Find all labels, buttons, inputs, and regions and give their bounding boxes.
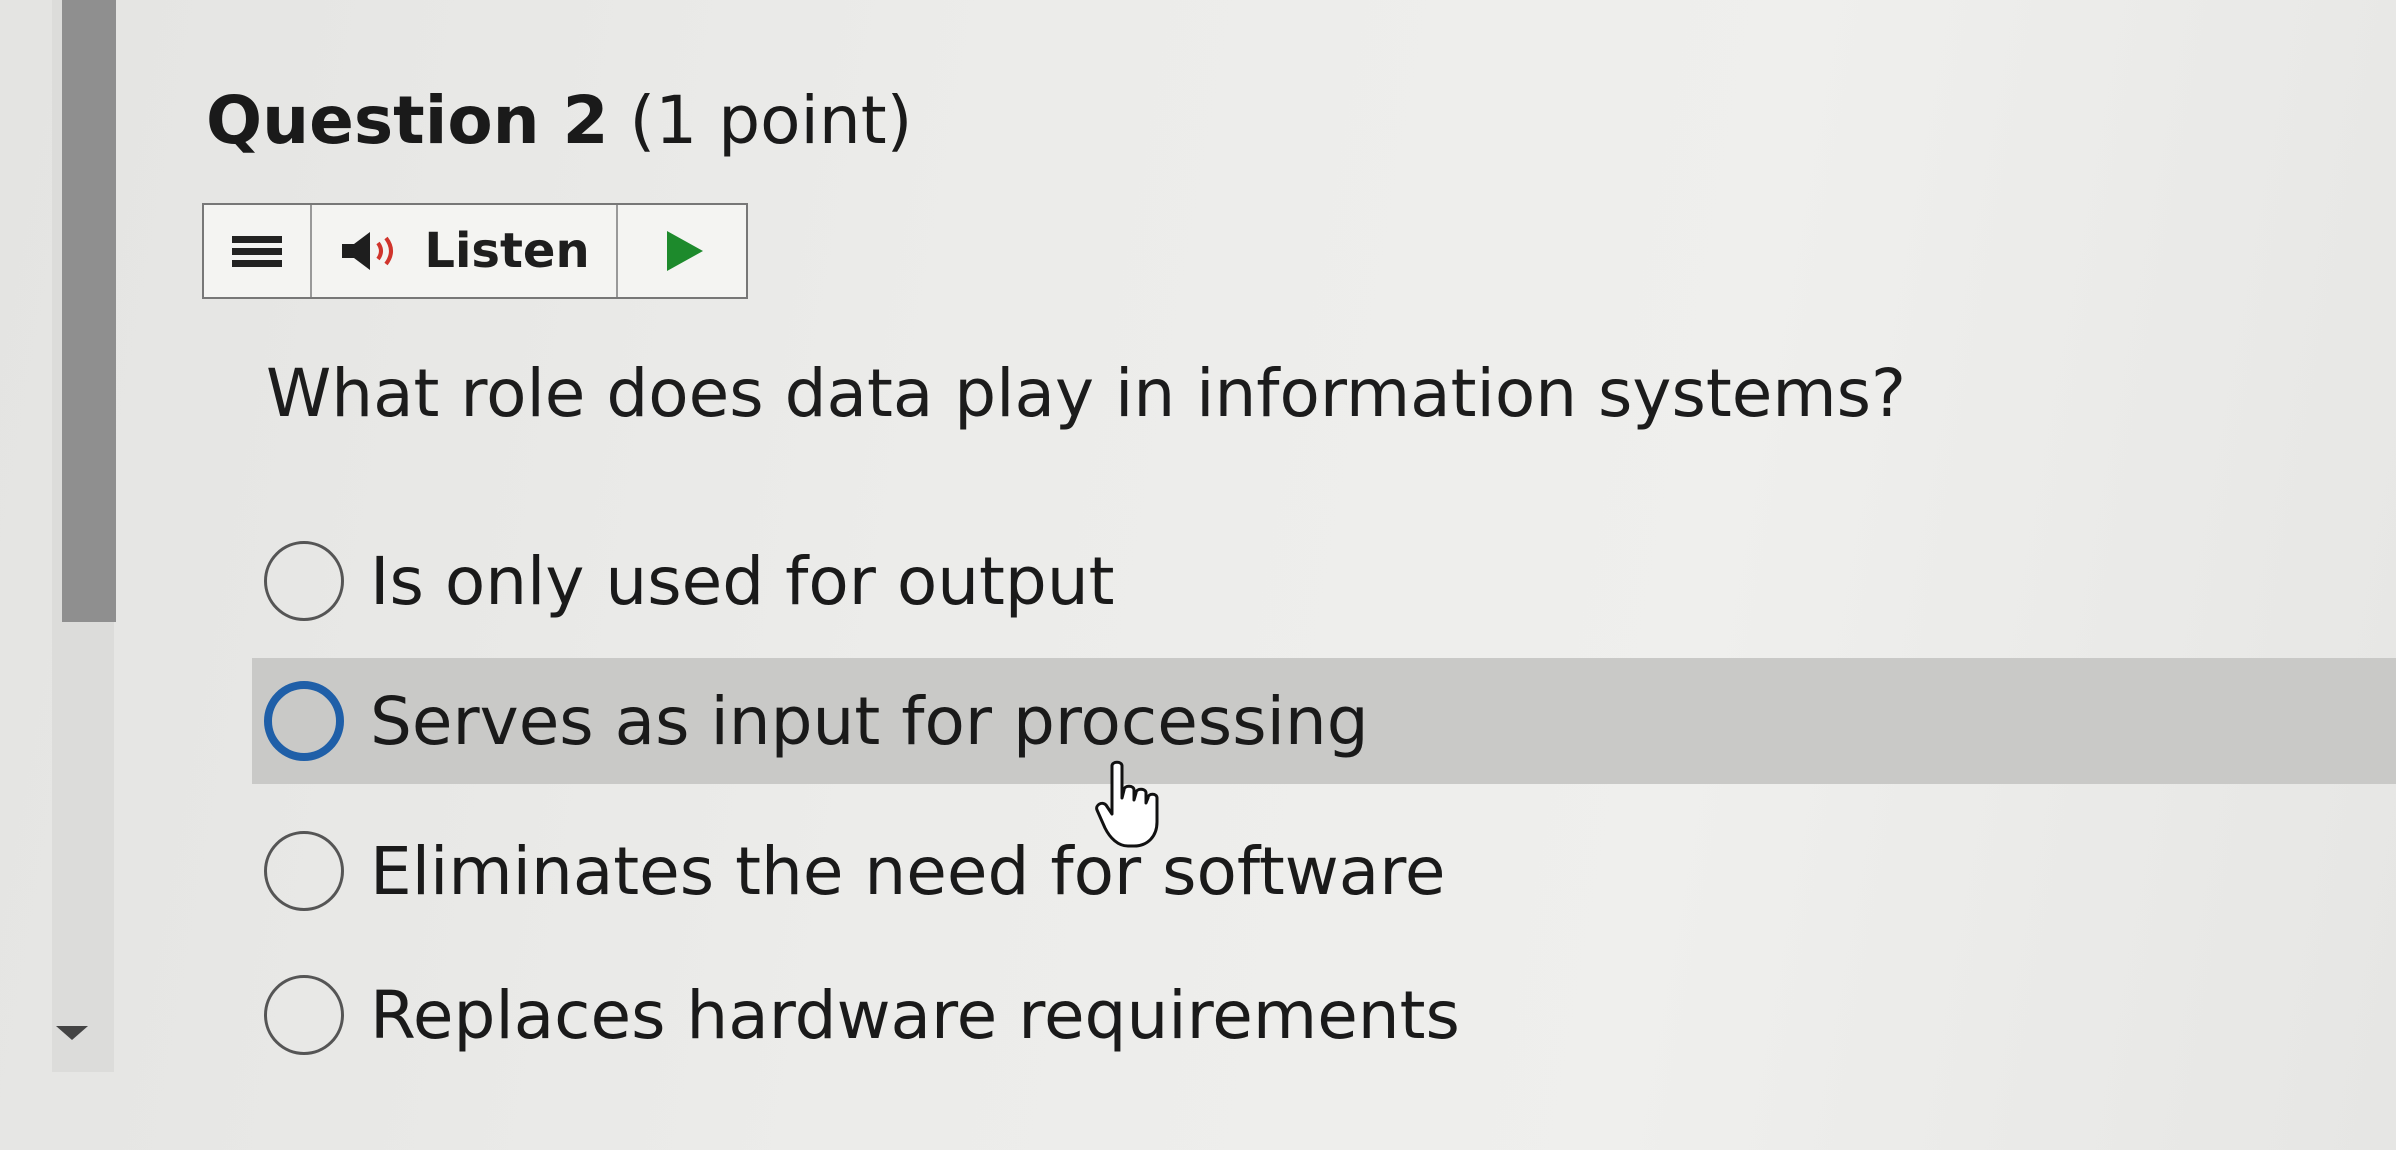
radio-button[interactable] <box>264 831 344 911</box>
listen-label: Listen <box>424 223 590 279</box>
option-label: Replaces hardware requirements <box>370 976 1460 1054</box>
hand-pointer-cursor-icon <box>1095 760 1159 848</box>
scrollbar-thumb[interactable] <box>62 0 116 622</box>
radio-button[interactable] <box>264 541 344 621</box>
listen-button[interactable]: Listen <box>312 205 618 297</box>
question-number: Question 2 <box>206 82 609 159</box>
answer-option-4[interactable]: Replaces hardware requirements <box>252 952 2396 1078</box>
answer-option-1[interactable]: Is only used for output <box>252 518 2396 644</box>
option-label: Serves as input for processing <box>370 682 1369 760</box>
answer-option-2[interactable]: Serves as input for processing <box>252 658 2396 784</box>
answer-option-3[interactable]: Eliminates the need for software <box>252 808 2396 934</box>
menu-icon <box>232 231 282 272</box>
scroll-down-arrow-icon[interactable] <box>56 1026 88 1040</box>
question-points: (1 point) <box>629 82 913 159</box>
listen-toolbar: Listen <box>202 203 748 299</box>
question-title: Question 2 (1 point) <box>206 82 912 159</box>
option-label: Eliminates the need for software <box>370 832 1446 910</box>
toolbar-menu-button[interactable] <box>204 205 312 297</box>
radio-button[interactable] <box>264 681 344 761</box>
radio-button[interactable] <box>264 975 344 1055</box>
play-icon <box>667 231 703 271</box>
quiz-page: Question 2 (1 point) Listen What role do… <box>0 0 2396 1150</box>
question-text: What role does data play in information … <box>266 355 1907 432</box>
option-label: Is only used for output <box>370 542 1115 620</box>
speaker-icon <box>342 232 394 270</box>
play-button[interactable] <box>618 205 746 297</box>
